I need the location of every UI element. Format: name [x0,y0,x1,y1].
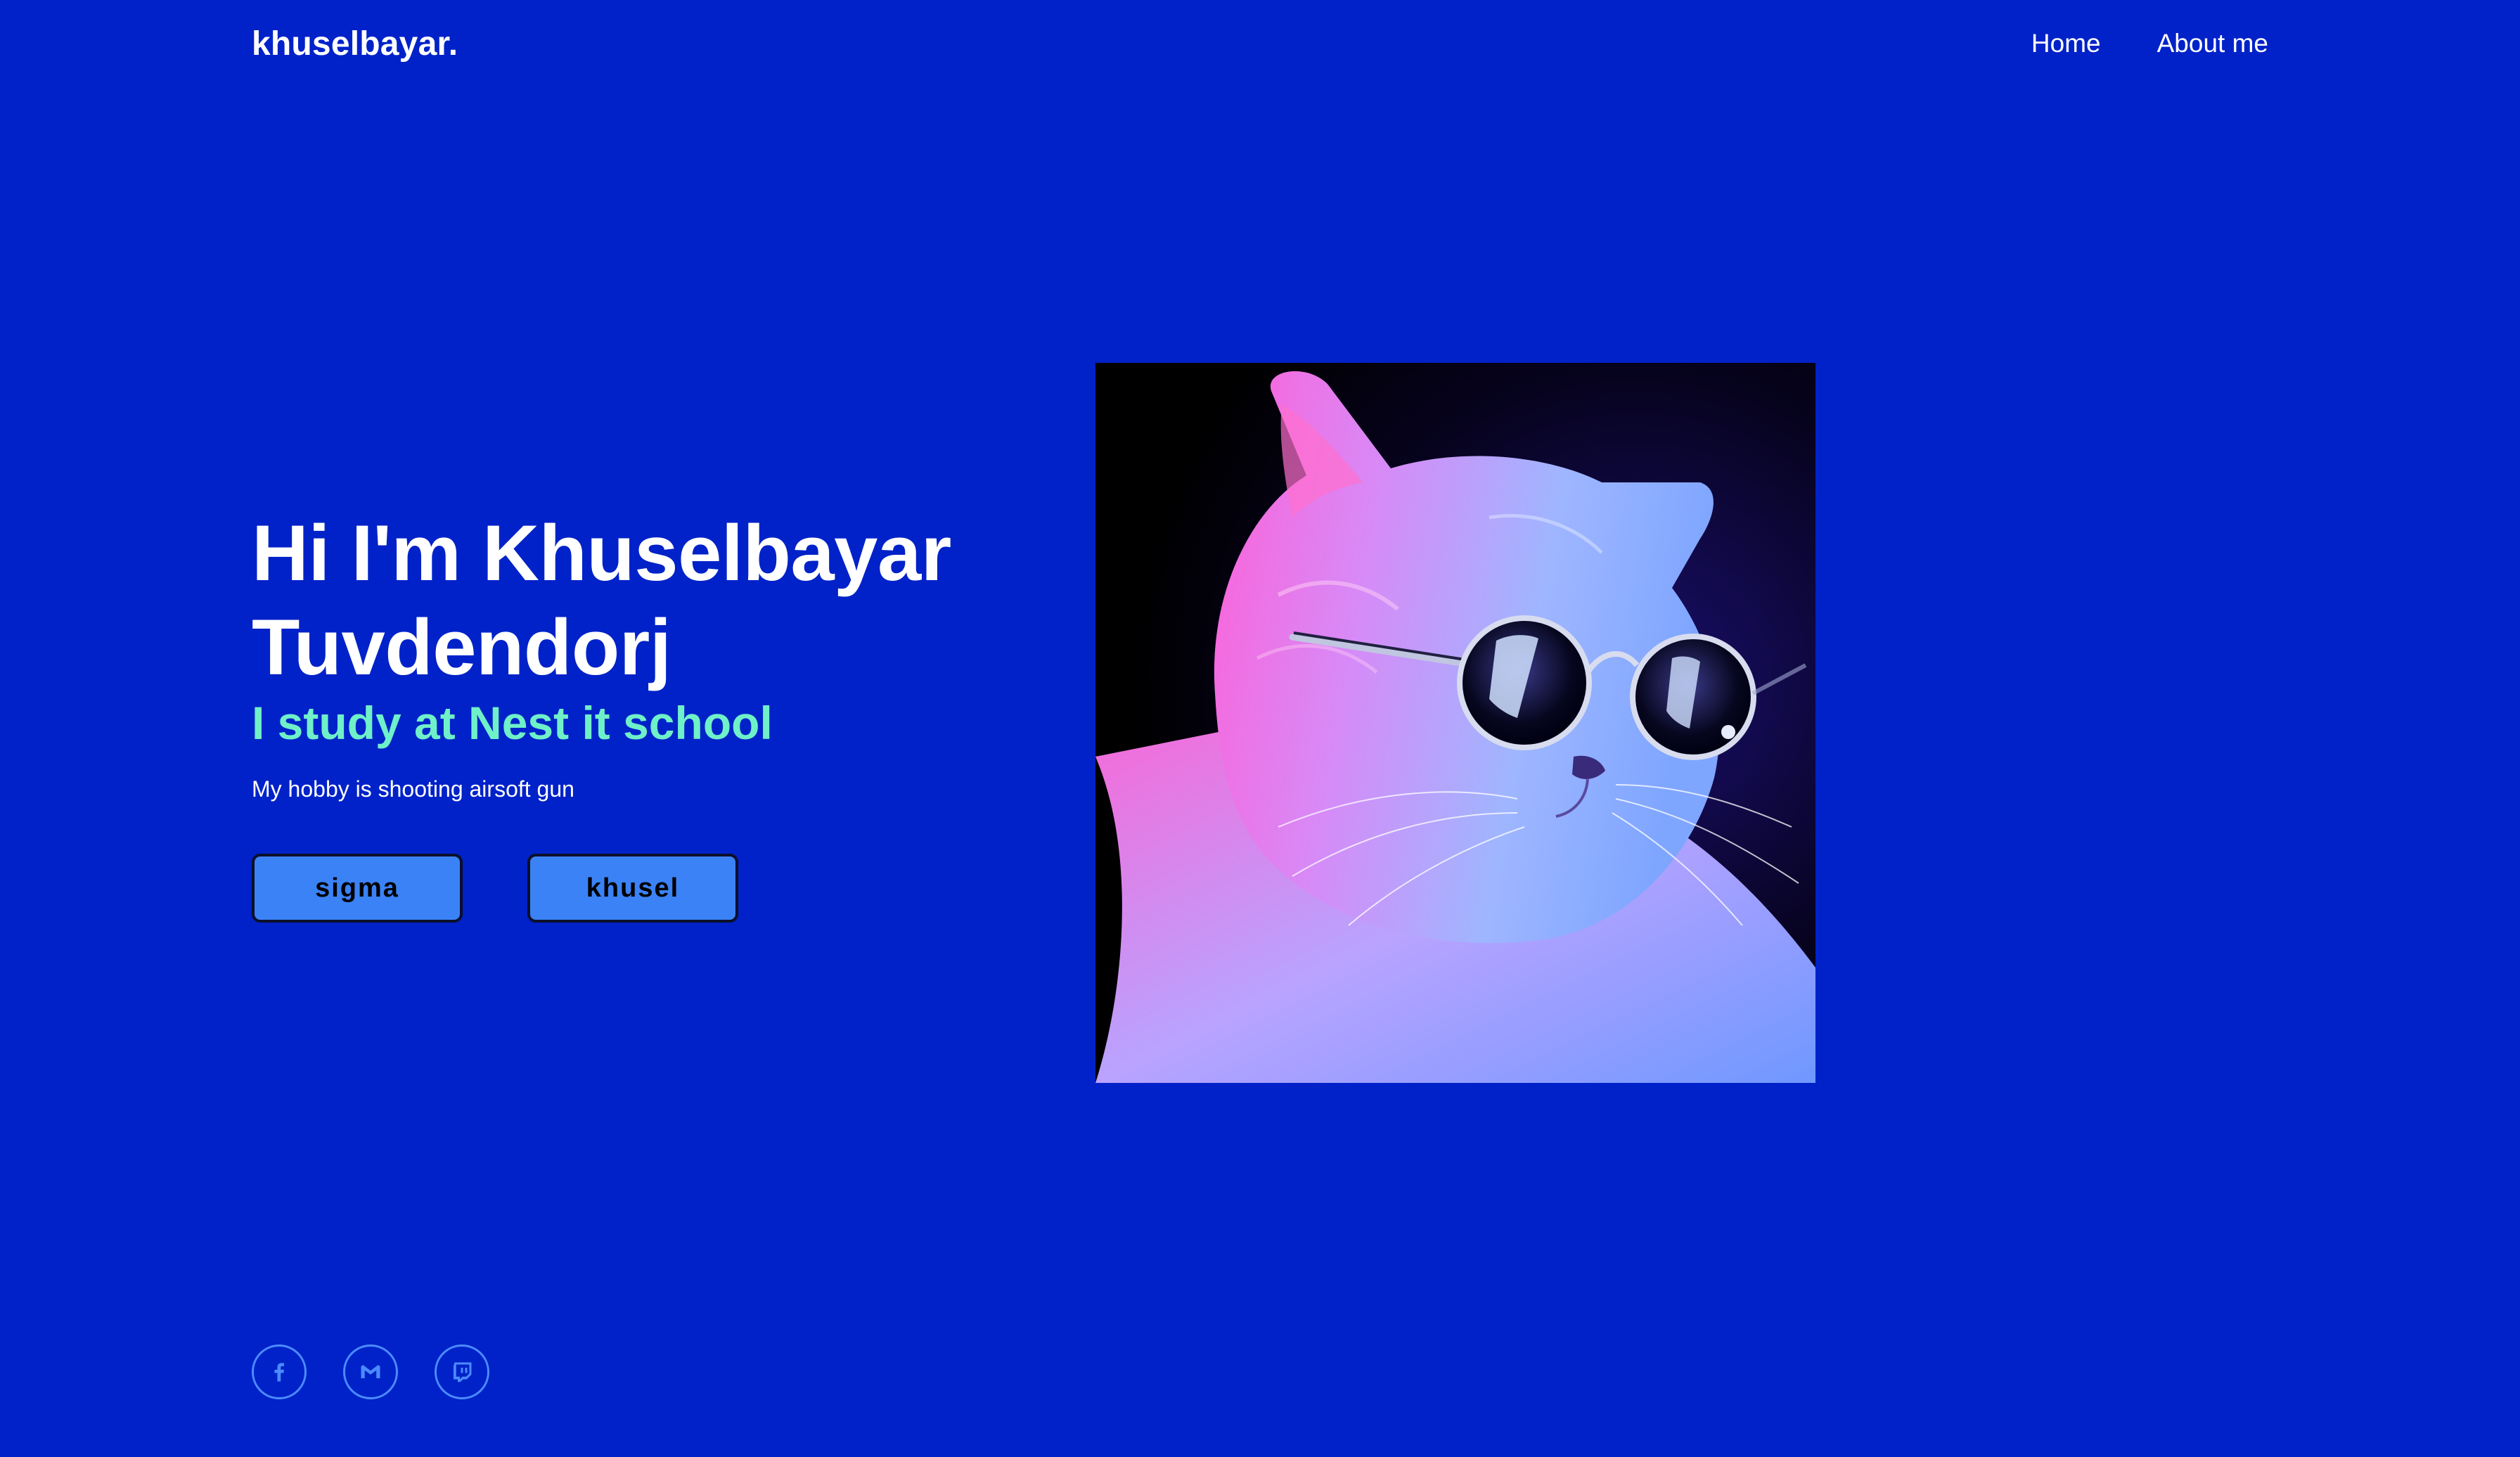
social-links [252,1344,489,1399]
facebook-icon [274,1363,285,1382]
sigma-button[interactable]: sigma [252,854,463,923]
hero-image-cat [1095,363,1815,1083]
hero-subtitle: I study at Nest it school [252,697,773,749]
site-header: khuselbayar. Home About me [252,21,2268,66]
cat-illustration [1095,363,1815,1083]
nav-link-home[interactable]: Home [2031,29,2101,58]
page: khuselbayar. Home About me Hi I'm Khusel… [0,0,2520,1457]
facebook-link[interactable] [252,1344,307,1399]
hero-section: Hi I'm Khuselbayar Tuvdendorj I study at… [252,506,1081,923]
hero-description: My hobby is shooting airsoft gun [252,776,574,802]
nav-link-about-me[interactable]: About me [2157,29,2268,58]
gmail-link[interactable] [343,1344,398,1399]
hero-title: Hi I'm Khuselbayar Tuvdendorj [252,506,1081,695]
twitch-icon [454,1362,472,1382]
main-nav: Home About me [2031,29,2268,58]
gmail-icon [361,1365,380,1378]
hero-buttons: sigma khusel [252,854,1081,923]
hero-title-line-1: Hi I'm Khuselbayar [252,509,951,597]
site-logo[interactable]: khuselbayar. [252,25,458,63]
twitch-link[interactable] [435,1344,489,1399]
hero-title-line-2: Tuvdendorj [252,603,671,691]
khusel-button[interactable]: khusel [527,854,738,923]
